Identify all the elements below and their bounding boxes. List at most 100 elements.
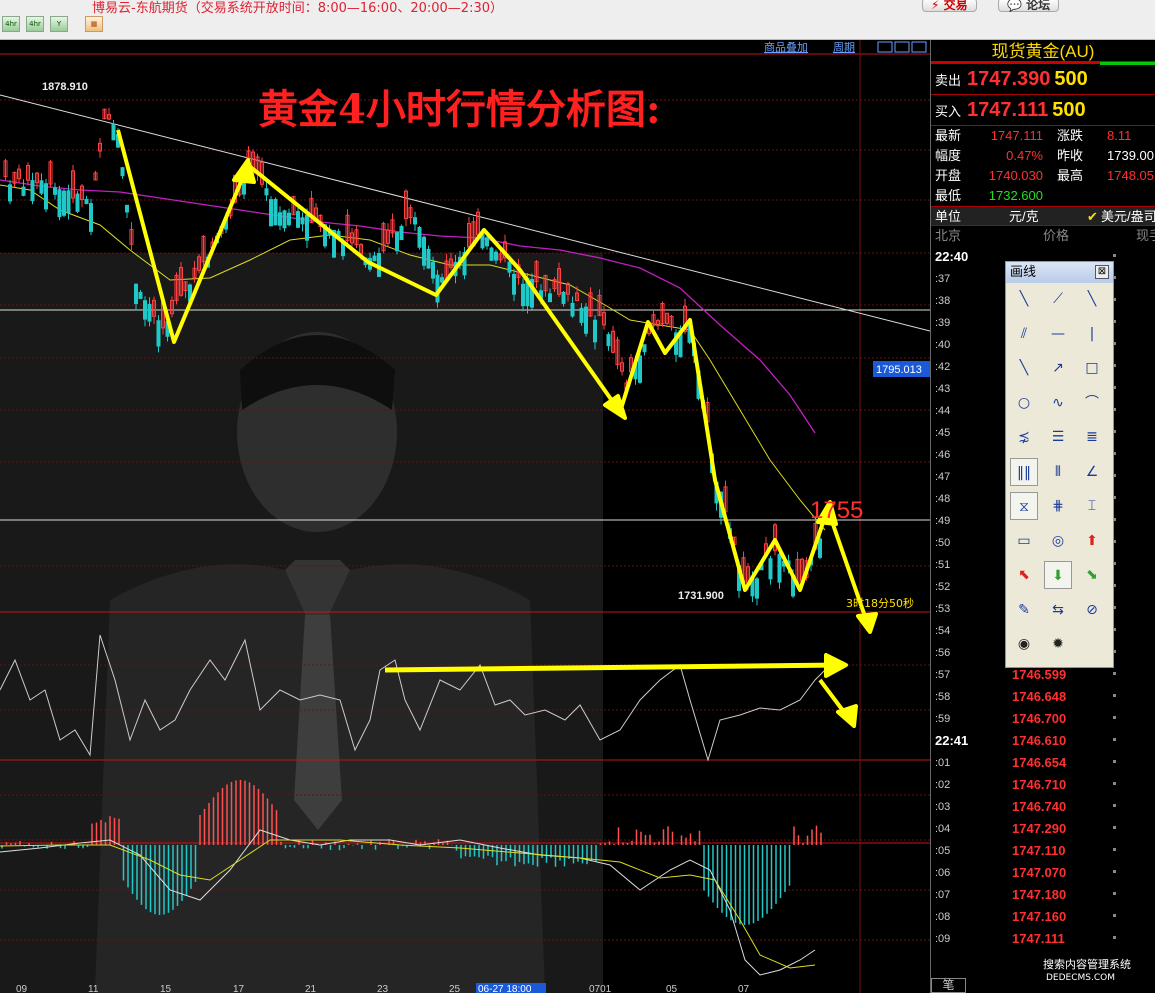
candle-body <box>278 212 282 226</box>
tick-price: 1746.740 <box>1012 799 1067 814</box>
unit-option[interactable]: 美元/盎司 <box>1101 207 1155 227</box>
candle-body <box>485 237 489 247</box>
tick-row: :03 1746.740 <box>931 796 1155 818</box>
andrews-icon[interactable]: ⋕ <box>1044 492 1072 520</box>
settings-icon[interactable]: ✹ <box>1044 630 1072 658</box>
candle-body <box>305 214 309 241</box>
ellipse-icon[interactable]: ○ <box>1010 389 1038 417</box>
sell-price: 1747.390 <box>967 68 1051 90</box>
ray-icon[interactable]: ⟋ <box>1044 285 1072 313</box>
down-arrow-icon[interactable]: ⬇ <box>1044 561 1072 589</box>
close-icon[interactable]: ⊠ <box>1095 265 1109 279</box>
price-chart[interactable]: 黄金4小时行情分析图: 1878.910 1731.900 1755 3时18分… <box>0 40 930 993</box>
tick-time: :09 <box>935 933 951 945</box>
sell-row[interactable]: 卖出 1747.390 500 <box>931 64 1155 95</box>
up-arrow-icon[interactable]: ⬆ <box>1078 527 1106 555</box>
level-icon[interactable]: ⌶ <box>1078 492 1106 520</box>
stat-label: 幅度 <box>935 148 962 163</box>
y-icon[interactable]: Y <box>50 16 68 32</box>
price-tag: 1795.013 <box>876 364 922 376</box>
unit-check-icon[interactable]: ✔ <box>1087 207 1098 227</box>
tick-row: :06 1747.070 <box>931 862 1155 884</box>
tick-time: :37 <box>935 273 951 285</box>
stat-label: 开盘 <box>935 168 962 183</box>
candle-body <box>593 319 597 343</box>
diagonal-icon[interactable]: ╲ <box>1010 354 1038 382</box>
x-tick-label: 17 <box>233 984 245 993</box>
candle-body <box>138 291 143 299</box>
fib-retrace-icon[interactable]: ≣ <box>1078 423 1106 451</box>
candle-body <box>125 204 129 213</box>
eraser-icon[interactable]: ✎ <box>1010 596 1038 624</box>
delete-lines-icon[interactable]: ⇆ <box>1044 596 1072 624</box>
tick-time: :46 <box>935 449 951 461</box>
chart-heading: 黄金4小时行情分析图: <box>258 86 661 133</box>
hide-icon[interactable]: ⊘ <box>1078 596 1106 624</box>
x-tick-label: 21 <box>305 984 317 993</box>
green-arrow-icon[interactable]: ⬊ <box>1078 561 1106 589</box>
speed-lines-icon[interactable]: ⧖ <box>1010 492 1038 520</box>
arc-icon[interactable]: ⌒ <box>1078 389 1106 417</box>
low-label: 1731.900 <box>678 590 724 602</box>
bottom-tab[interactable]: 笔 <box>931 978 966 993</box>
tick-time: 22:40 <box>935 249 969 264</box>
fib-fan-icon[interactable]: ⋨ <box>1010 423 1038 451</box>
candle-body <box>777 553 782 583</box>
ruler-icon[interactable]: ▭ <box>1010 527 1038 555</box>
vline-icon[interactable]: | <box>1078 320 1106 348</box>
channel-icon[interactable]: ☰ <box>1044 423 1072 451</box>
candle-body <box>282 210 287 229</box>
tick-marker <box>1113 716 1116 719</box>
forum-button[interactable]: 💬 论坛 <box>998 0 1060 12</box>
candle-body <box>57 189 62 218</box>
x-tick-label: 07 <box>738 984 750 993</box>
target-icon[interactable]: ◎ <box>1044 527 1072 555</box>
hline-icon[interactable]: — <box>1044 320 1072 348</box>
x-tick-label: 25 <box>449 984 461 993</box>
candle-body <box>21 186 26 196</box>
candle-body <box>39 180 44 194</box>
fib-time-icon[interactable]: ⦀ <box>1044 458 1072 486</box>
nav-buttons[interactable] <box>877 41 927 53</box>
tick-price: 1747.290 <box>1012 821 1067 836</box>
4hr-icon[interactable]: 4hr <box>2 16 20 32</box>
stat-value: 0.47% <box>1006 148 1043 163</box>
sine-icon[interactable]: ∿ <box>1044 389 1072 417</box>
candle-body <box>417 227 422 248</box>
red-arrow-icon[interactable]: ⬉ <box>1010 561 1038 589</box>
stat-row: 最新 1747.111 涨跌 8.11 <box>931 126 1155 146</box>
4hr-icon[interactable]: 4hr <box>26 16 44 32</box>
tick-marker <box>1113 694 1116 697</box>
menu-overlay-link[interactable]: 商品叠加 <box>764 40 808 54</box>
tick-row: 22:41 1746.610 <box>931 730 1155 752</box>
tick-time: :38 <box>935 295 951 307</box>
trade-button[interactable]: ⚡ 交易 <box>922 0 977 12</box>
gann-angle-icon[interactable]: ∠ <box>1078 458 1106 486</box>
tick-price: 1747.111 <box>1012 931 1065 946</box>
x-tick-label: 11 <box>88 984 99 993</box>
candle-body <box>494 251 498 261</box>
tick-time: :56 <box>935 647 951 659</box>
tick-row: :07 1747.180 <box>931 884 1155 906</box>
menu-period-link[interactable]: 周期 <box>833 41 855 54</box>
arrow-line-icon[interactable]: ↗ <box>1044 354 1072 382</box>
tick-price: 1746.648 <box>1012 689 1067 704</box>
tick-time: :01 <box>935 757 951 769</box>
drawing-panel-title: 画线 <box>1010 265 1037 280</box>
candle-body <box>300 217 305 225</box>
tick-time: :59 <box>935 713 951 725</box>
tick-time: :04 <box>935 823 951 835</box>
tick-marker <box>1113 826 1116 829</box>
segment-icon[interactable]: ╲ <box>1078 285 1106 313</box>
cycle-lines-icon[interactable]: ‖‖ <box>1010 457 1038 486</box>
line-icon[interactable]: ╲ <box>1010 285 1038 313</box>
parallel-icon[interactable]: ⫽ <box>1010 320 1038 348</box>
calendar-icon[interactable]: ▦ <box>85 16 103 32</box>
show-icon[interactable]: ◉ <box>1010 630 1038 658</box>
stat-value: 1748.05 <box>1107 168 1154 183</box>
stat-value: 1740.030 <box>988 168 1043 183</box>
rectangle-icon[interactable]: □ <box>1078 354 1106 382</box>
stat-value: 1732.600 <box>988 188 1043 203</box>
buy-row[interactable]: 买入 1747.111 500 <box>931 95 1155 126</box>
stat-row: 最低 1732.600 <box>931 186 1155 206</box>
